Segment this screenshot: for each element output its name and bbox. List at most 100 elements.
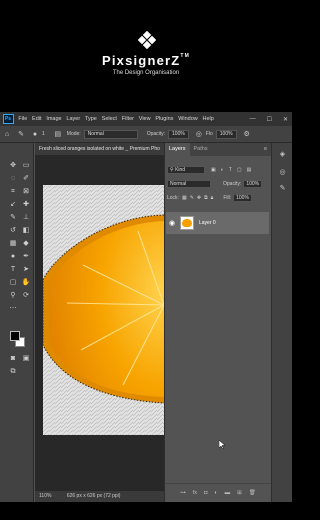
menu-file[interactable]: File: [16, 116, 30, 122]
options-bar: ⌂ ✎ ● 1 ▤ Mode: Normal Opacity: 100% ◎ F…: [0, 126, 292, 143]
tab-paths[interactable]: Paths: [190, 143, 212, 156]
brush-size[interactable]: 1: [42, 131, 45, 137]
fill-label: Fill:: [223, 195, 232, 201]
filter-adjustment-icon[interactable]: ◐: [221, 167, 224, 173]
lock-all-icon[interactable]: 🔒︎: [211, 195, 214, 201]
right-panel-strip: ◈ ◎ ✎: [271, 143, 292, 502]
hand-tool-icon[interactable]: ✋: [21, 278, 31, 288]
type-tool-icon[interactable]: T: [8, 265, 18, 275]
lasso-tool-icon[interactable]: ◌: [8, 174, 18, 184]
brush-settings-icon[interactable]: ▤: [51, 130, 65, 138]
healing-brush-icon[interactable]: ✚: [21, 200, 31, 210]
new-layer-icon[interactable]: ⊞: [237, 490, 242, 496]
filter-pixel-icon[interactable]: ▣: [211, 167, 216, 173]
menu-layer[interactable]: Layer: [64, 116, 83, 122]
rectangle-tool-icon[interactable]: ▢: [8, 278, 18, 288]
pressure-opacity-icon[interactable]: ◎: [192, 130, 206, 138]
layer-style-icon[interactable]: fx: [193, 490, 197, 496]
quick-mask-icon[interactable]: ◙: [8, 354, 18, 364]
zoom-level[interactable]: 110%: [35, 493, 51, 499]
layer-thumbnail[interactable]: [180, 216, 194, 230]
path-select-icon[interactable]: ➤: [21, 265, 31, 275]
brush-tool-icon[interactable]: ✎: [14, 130, 28, 138]
eyedropper-icon[interactable]: ↙: [8, 200, 18, 210]
lock-artboard-icon[interactable]: ⧉: [204, 195, 208, 201]
menu-edit[interactable]: Edit: [30, 116, 44, 122]
opacity-label: Opacity:: [223, 181, 242, 187]
filter-shape-icon[interactable]: ▢: [237, 167, 242, 173]
filter-type-icon[interactable]: T: [229, 167, 232, 173]
paths-panel-icon[interactable]: ✎: [277, 183, 288, 194]
maximize-button[interactable]: ☐: [267, 116, 272, 123]
add-mask-icon[interactable]: ◘: [204, 490, 207, 496]
layer-opacity-input[interactable]: 100%: [243, 180, 263, 188]
filter-smart-icon[interactable]: ▤: [247, 167, 252, 173]
clone-stamp-icon[interactable]: ⊥: [21, 213, 31, 223]
brand-logo-icon: [137, 31, 157, 50]
lock-row: Lock: ▦ ✎ ✥ ⧉ 🔒︎ Fill: 100%: [167, 193, 269, 203]
channels-panel-icon[interactable]: ◎: [277, 167, 288, 178]
brush-preset-icon[interactable]: ●: [28, 131, 42, 138]
brush-tool-active-icon[interactable]: ✎: [8, 213, 18, 223]
blend-mode-dropdown[interactable]: Normal: [167, 180, 211, 188]
flow-input[interactable]: 100%: [215, 129, 237, 139]
menu-bar: Ps File Edit Image Layer Type Select Fil…: [0, 112, 292, 126]
tab-layers[interactable]: Layers: [165, 143, 190, 156]
more-tools-icon[interactable]: ⋯: [8, 304, 18, 314]
menu-select[interactable]: Select: [99, 116, 119, 122]
history-brush-icon[interactable]: ↺: [8, 226, 18, 236]
layer-row[interactable]: ◉ Layer 0: [166, 212, 269, 234]
opacity-input[interactable]: 100%: [168, 129, 189, 139]
home-icon[interactable]: ⌂: [0, 131, 14, 138]
quick-select-icon[interactable]: ✐: [21, 174, 31, 184]
menu-plugins[interactable]: Plugins: [153, 116, 176, 122]
adjustment-layer-icon[interactable]: ◐: [214, 490, 217, 496]
layers-footer: ⊶ fx ◘ ◐ ▬ ⊞ 🗑︎: [165, 483, 271, 501]
link-layers-icon[interactable]: ⊶: [180, 490, 186, 496]
menu-filter[interactable]: Filter: [119, 116, 136, 122]
frame-mode-icon[interactable]: ⧉: [8, 367, 18, 377]
mode-label: Mode:: [66, 131, 81, 137]
status-bar: 110% 626 px x 626 px (72 ppi): [35, 491, 164, 502]
crop-tool-icon[interactable]: ⌗: [8, 187, 18, 197]
document-tab[interactable]: Fresh sliced oranges isolated on white _…: [35, 143, 164, 155]
menu-window[interactable]: Window: [176, 116, 200, 122]
pen-tool-icon[interactable]: ✒: [21, 252, 31, 262]
menu-type[interactable]: Type: [83, 116, 100, 122]
foreground-color-swatch[interactable]: [10, 331, 20, 341]
gradient-icon[interactable]: ▦: [8, 239, 18, 249]
layer-name[interactable]: Layer 0: [199, 220, 216, 226]
lock-position-icon[interactable]: ✥: [197, 195, 201, 201]
fill-input[interactable]: 100%: [233, 194, 252, 202]
flow-label: Flo: [205, 131, 213, 137]
menu-help[interactable]: Help: [200, 116, 216, 122]
canvas-area[interactable]: [35, 155, 164, 491]
blur-icon[interactable]: ◆: [21, 239, 31, 249]
close-button[interactable]: ✕: [283, 116, 288, 123]
layers-panel-icon[interactable]: ◈: [277, 149, 288, 160]
airbrush-icon[interactable]: ⚙: [240, 130, 254, 138]
move-tool-icon[interactable]: ✥: [8, 161, 18, 171]
lock-transparent-icon[interactable]: ▦: [182, 195, 187, 201]
menu-view[interactable]: View: [136, 116, 153, 122]
delete-layer-icon[interactable]: 🗑︎: [249, 490, 256, 496]
panel-menu-icon[interactable]: ≡: [264, 143, 271, 156]
eraser-icon[interactable]: ◧: [21, 226, 31, 236]
new-group-icon[interactable]: ▬: [225, 490, 231, 496]
layer-filter-dropdown[interactable]: ⚲ Kind: [167, 166, 205, 174]
artboard-tool-icon[interactable]: ▭: [21, 161, 31, 171]
lock-pixels-icon[interactable]: ✎: [190, 195, 194, 201]
minimize-button[interactable]: —: [250, 116, 256, 122]
photoshop-window: Ps File Edit Image Layer Type Select Fil…: [0, 112, 292, 502]
visibility-eye-icon[interactable]: ◉: [166, 219, 178, 227]
dodge-icon[interactable]: ●: [8, 252, 18, 262]
zoom-tool-icon[interactable]: ⚲: [8, 291, 18, 301]
rotate-view-icon[interactable]: ⟳: [21, 291, 31, 301]
mode-dropdown[interactable]: Normal: [83, 129, 138, 139]
menu-image[interactable]: Image: [44, 116, 64, 122]
frame-tool-icon[interactable]: ⊠: [21, 187, 31, 197]
document-size[interactable]: 626 px x 626 px (72 ppi): [53, 493, 121, 499]
layers-panel: Layers Paths ≡ ⚲ Kind ▣ ◐ T ▢ ▤ Normal O…: [164, 143, 271, 502]
image-canvas[interactable]: [43, 185, 164, 435]
screen-mode-icon[interactable]: ▣: [21, 354, 31, 364]
